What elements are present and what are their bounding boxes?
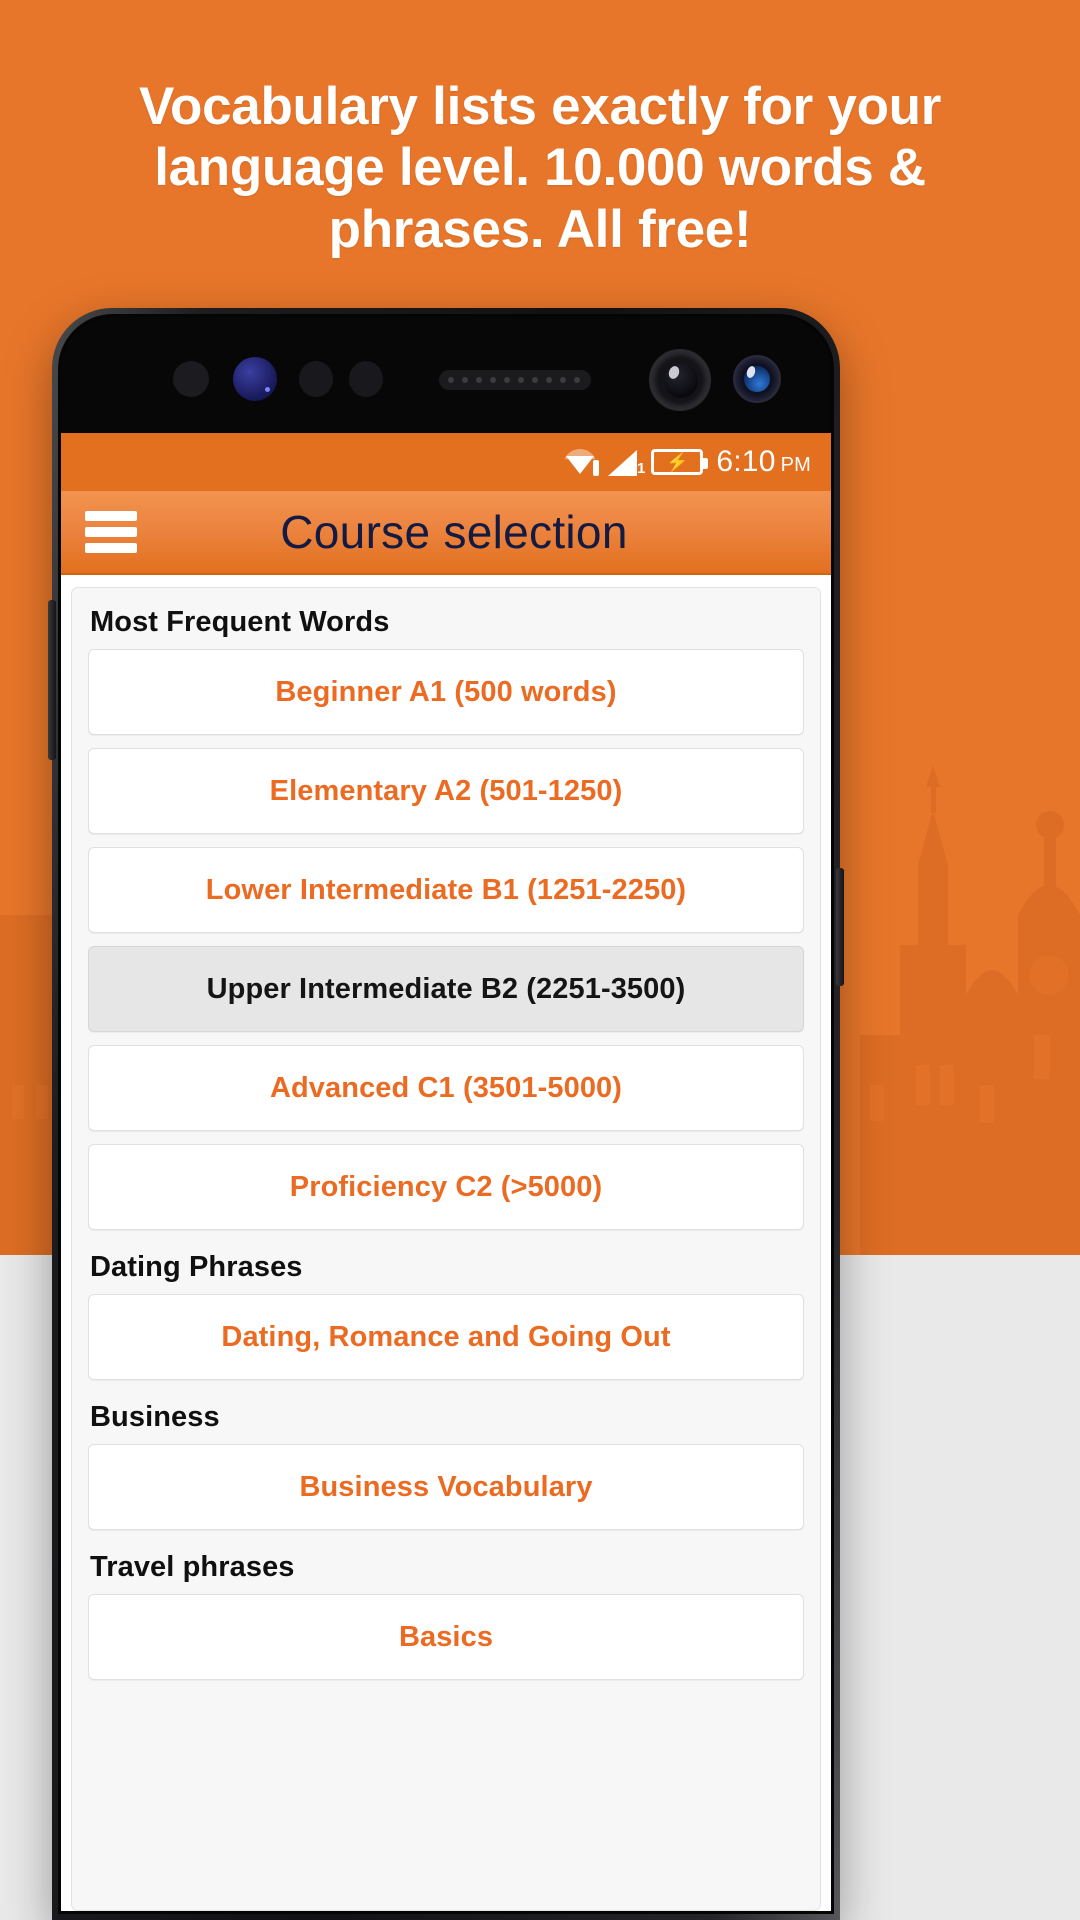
course-item-label: Lower Intermediate B1 (1251-2250) (205, 873, 687, 906)
clock-time: 6:10 (716, 445, 776, 478)
clock-period: PM (780, 454, 811, 476)
course-list-item[interactable]: Beginner A1 (500 words) (88, 649, 804, 735)
earpiece-speaker-icon (439, 370, 591, 390)
phone-screen: 1 ⚡ 6:10 PM Course selection Most Freque… (61, 317, 831, 1911)
volume-button[interactable] (48, 600, 56, 760)
light-sensor-icon (299, 361, 333, 397)
signal-slot-label: 1 (637, 459, 646, 477)
section-header: Travel phrases (90, 1551, 295, 1583)
course-list-item[interactable]: Basics (88, 1594, 804, 1680)
course-item-label: Beginner A1 (500 words) (275, 675, 617, 708)
course-list-item[interactable]: Business Vocabulary (88, 1444, 804, 1530)
course-list-item[interactable]: Upper Intermediate B2 (2251-3500) (88, 946, 804, 1032)
course-list-item[interactable]: Proficiency C2 (>5000) (88, 1144, 804, 1230)
iris-scanner-icon (233, 357, 277, 401)
ir-sensor-icon (349, 361, 383, 397)
status-bar-clock: 6:10 PM (716, 445, 811, 479)
secondary-camera-icon (733, 355, 781, 403)
page-title: Course selection (280, 506, 628, 558)
section-header: Dating Phrases (90, 1251, 303, 1283)
section-header: Most Frequent Words (90, 606, 390, 638)
promo-headline: Vocabulary lists exactly for your langua… (138, 77, 942, 259)
wifi-icon (563, 449, 600, 476)
course-list-item[interactable]: Elementary A2 (501-1250) (88, 748, 804, 834)
front-camera-icon (649, 349, 711, 411)
hamburger-menu-icon[interactable] (85, 511, 137, 553)
course-item-label: Basics (398, 1620, 494, 1653)
course-item-label: Elementary A2 (501-1250) (269, 774, 623, 807)
course-list-content: Most Frequent Words Beginner A1 (500 word… (61, 575, 831, 1911)
cellular-signal-icon: 1 (608, 449, 645, 476)
course-item-label: Upper Intermediate B2 (2251-3500) (206, 972, 686, 1005)
android-status-bar: 1 ⚡ 6:10 PM (61, 433, 831, 491)
phone-top-bezel (61, 317, 831, 433)
course-item-label: Proficiency C2 (>5000) (289, 1170, 603, 1203)
charging-bolt-icon: ⚡ (666, 452, 689, 472)
battery-charging-icon: ⚡ (651, 449, 709, 475)
course-list: Most Frequent Words Beginner A1 (500 word… (72, 598, 820, 1680)
phone-inner-frame: 1 ⚡ 6:10 PM Course selection Most Freque… (58, 314, 834, 1914)
course-item-label: Dating, Romance and Going Out (221, 1320, 671, 1353)
app-bar: Course selection (61, 491, 831, 575)
section-header: Business (90, 1401, 220, 1433)
course-list-card: Most Frequent Words Beginner A1 (500 word… (71, 587, 821, 1911)
course-list-item[interactable]: Advanced C1 (3501-5000) (88, 1045, 804, 1131)
power-button[interactable] (836, 868, 844, 986)
course-item-label: Business Vocabulary (299, 1470, 593, 1503)
phone-mockup: 1 ⚡ 6:10 PM Course selection Most Freque… (48, 308, 844, 1920)
course-list-item[interactable]: Dating, Romance and Going Out (88, 1294, 804, 1380)
proximity-sensor-icon (173, 361, 209, 397)
course-list-item[interactable]: Lower Intermediate B1 (1251-2250) (88, 847, 804, 933)
course-item-label: Advanced C1 (3501-5000) (269, 1071, 623, 1104)
